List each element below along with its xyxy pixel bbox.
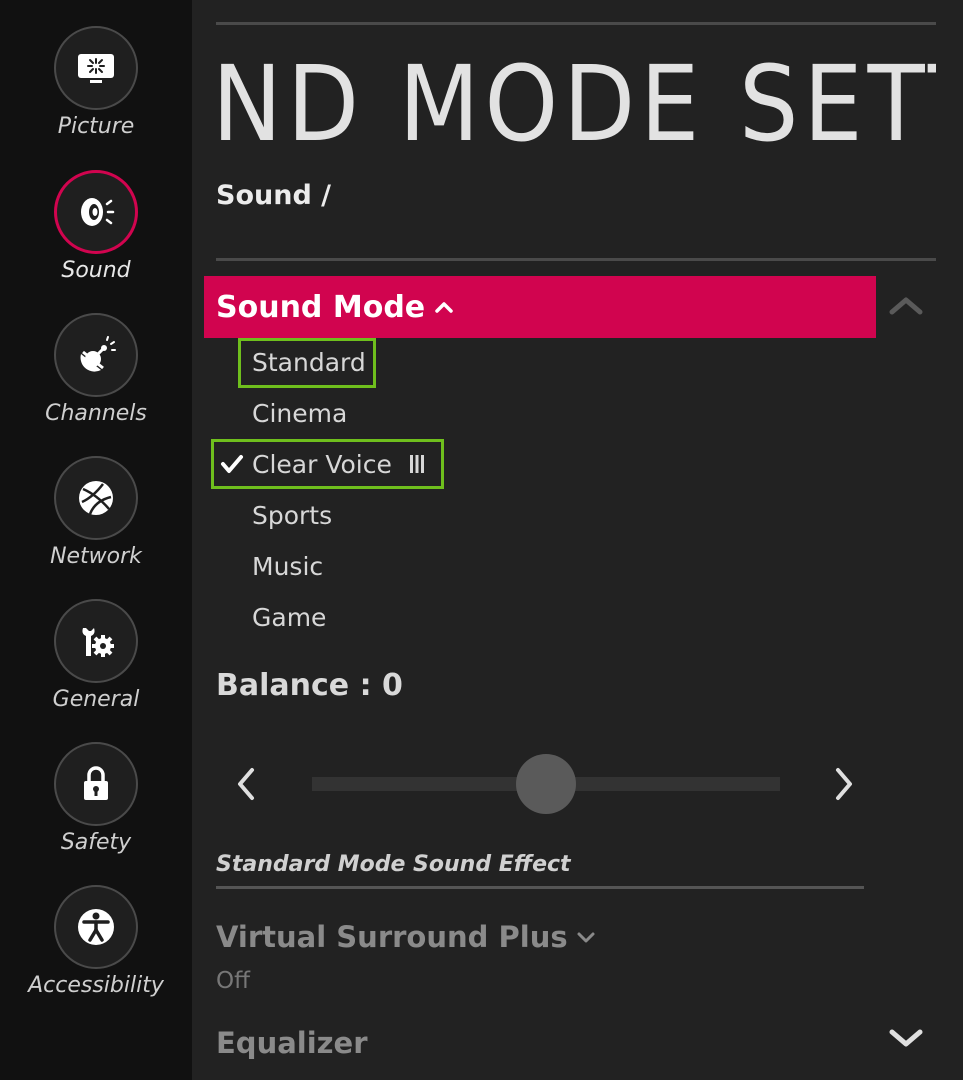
- sidebar-item-label: Sound: [61, 258, 131, 283]
- expand-arrow-icon[interactable]: [888, 1024, 924, 1054]
- chevron-down-icon: [577, 932, 595, 943]
- breadcrumb: Sound /: [216, 180, 332, 211]
- sound-mode-label: Sound Mode: [216, 289, 426, 325]
- network-icon: [54, 456, 138, 540]
- sound-icon: [54, 170, 138, 254]
- picture-icon: [54, 26, 138, 110]
- sound-mode-option-game[interactable]: Game: [252, 596, 326, 640]
- collapse-arrow-icon[interactable]: [888, 290, 924, 320]
- balance-label: Balance : 0: [216, 668, 403, 703]
- sidebar-item-channels[interactable]: Channels: [0, 313, 192, 453]
- chevron-up-icon: [435, 302, 453, 313]
- sidebar-item-network[interactable]: Network: [0, 456, 192, 596]
- settings-panel: ND MODE SETTINC Sound / Sound Mode Stand…: [192, 0, 963, 1080]
- general-icon: [54, 599, 138, 683]
- sidebar-item-label: General: [52, 687, 140, 712]
- lock-icon: [54, 742, 138, 826]
- top-divider: [216, 22, 936, 25]
- sidebar-item-label: Accessibility: [28, 973, 164, 998]
- virtual-surround-setting[interactable]: Virtual Surround Plus: [216, 920, 596, 954]
- sidebar-item-accessibility[interactable]: Accessibility: [0, 885, 192, 1025]
- sound-mode-option-cinema[interactable]: Cinema: [252, 392, 347, 436]
- sound-mode-header[interactable]: Sound Mode: [204, 276, 876, 338]
- sidebar-item-label: Picture: [57, 114, 135, 139]
- virtual-surround-label: Virtual Surround Plus: [216, 920, 568, 954]
- sidebar-item-safety[interactable]: Safety: [0, 742, 192, 882]
- sidebar-item-label: Channels: [45, 401, 147, 426]
- sound-mode-option-clear-voice[interactable]: Clear Voice: [252, 443, 392, 487]
- chevron-right-icon[interactable]: [832, 766, 856, 802]
- balance-slider-thumb[interactable]: [516, 754, 576, 814]
- sidebar-item-general[interactable]: General: [0, 599, 192, 739]
- channels-icon: [54, 313, 138, 397]
- sound-effect-title: Standard Mode Sound Effect: [216, 852, 571, 877]
- accessibility-icon: [54, 885, 138, 969]
- checkmark-icon: [221, 455, 243, 473]
- sound-mode-option-sports[interactable]: Sports: [252, 494, 332, 538]
- chevron-left-icon[interactable]: [234, 766, 258, 802]
- sidebar-item-label: Network: [50, 544, 142, 569]
- sidebar-item-sound[interactable]: Sound: [0, 170, 192, 310]
- sidebar-item-label: Safety: [60, 830, 132, 855]
- sound-effect-divider: [216, 886, 864, 889]
- page-title: ND MODE SETTINC: [212, 44, 936, 164]
- sidebar: Picture Sound Channels Network General S…: [0, 0, 192, 1080]
- sidebar-item-picture[interactable]: Picture: [0, 26, 192, 166]
- clear-voice-level-icon: [410, 455, 424, 473]
- header-divider: [216, 258, 936, 261]
- equalizer-setting[interactable]: Equalizer: [216, 1026, 368, 1060]
- sound-mode-option-music[interactable]: Music: [252, 545, 323, 589]
- virtual-surround-value: Off: [216, 968, 250, 994]
- sound-mode-option-standard[interactable]: Standard: [252, 341, 366, 385]
